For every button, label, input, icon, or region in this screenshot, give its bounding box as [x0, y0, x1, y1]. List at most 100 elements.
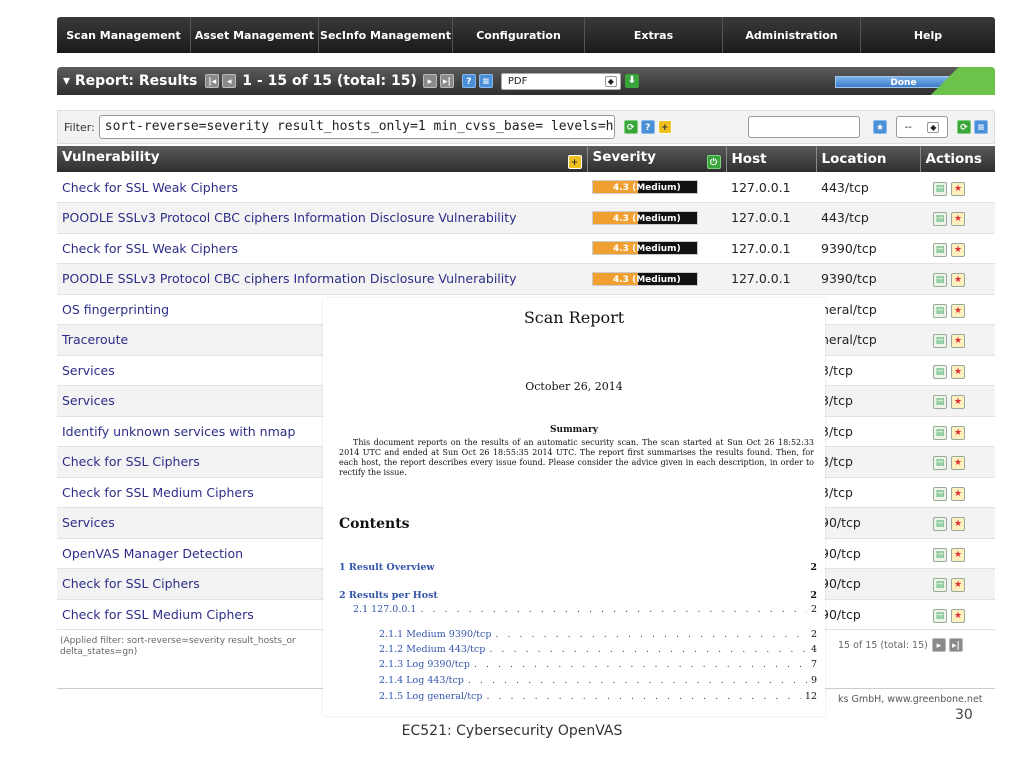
details-icon[interactable]: ▤ [933, 242, 947, 257]
vulnerability-link[interactable]: OpenVAS Manager Detection [62, 546, 243, 561]
vulnerability-link[interactable]: Identify unknown services with nmap [62, 424, 295, 439]
toc-label[interactable]: 1 Result Overview [339, 562, 435, 573]
vulnerability-link[interactable]: POODLE SSLv3 Protocol CBC ciphers Inform… [62, 271, 517, 286]
override-icon[interactable]: ★ [951, 395, 965, 410]
severity-cell: 4.3 (Medium) [587, 172, 726, 203]
new-filter-icon[interactable]: + [657, 120, 672, 134]
vulnerability-link[interactable]: Check for SSL Medium Ciphers [62, 607, 254, 622]
override-icon[interactable]: ★ [951, 273, 965, 288]
toc-label[interactable]: 2.1 127.0.0.1 [353, 604, 416, 615]
vulnerability-link[interactable]: Check for SSL Medium Ciphers [62, 485, 254, 500]
col-location[interactable]: Location [816, 146, 921, 172]
nav-help[interactable]: Help [861, 17, 995, 53]
nav-extras[interactable]: Extras [585, 17, 723, 53]
filter-name-input[interactable] [748, 116, 860, 138]
report-title[interactable]: ▾ Report: Results [63, 73, 197, 89]
filter-input[interactable]: sort-reverse=severity result_hosts_only=… [98, 115, 615, 139]
override-icon[interactable]: ★ [951, 456, 965, 471]
last-page-icon[interactable]: ▸| [439, 74, 454, 88]
details-icon[interactable]: ▤ [933, 273, 947, 288]
apply-filter-icon[interactable]: ⟳ [957, 120, 971, 134]
override-icon[interactable]: ★ [951, 608, 965, 623]
report-format-select[interactable]: PDF ◆ [500, 72, 621, 90]
details-icon[interactable]: ▤ [933, 364, 947, 379]
nav-secinfo-management[interactable]: SecInfo Management [319, 17, 453, 53]
vulnerability-link[interactable]: Check for SSL Weak Ciphers [62, 180, 238, 195]
override-icon[interactable]: ★ [951, 547, 965, 562]
col-severity[interactable]: Severity ⏻ [587, 146, 727, 172]
override-icon[interactable]: ★ [951, 425, 965, 440]
col-vulnerability[interactable]: Vulnerability + [57, 146, 588, 172]
details-icon[interactable]: ▤ [933, 212, 947, 227]
override-icon[interactable]: ★ [951, 578, 965, 593]
previous-page-icon[interactable]: ◂ [222, 74, 237, 88]
override-icon[interactable]: ★ [951, 486, 965, 501]
toc-entry[interactable]: 2 Results per Host 2 [339, 590, 817, 601]
toc-entry[interactable]: 2.1 127.0.0.1. . . . . . . . . . . . . .… [339, 604, 817, 615]
vulnerability-link[interactable]: Services [62, 363, 115, 378]
refresh-filter-icon[interactable]: ⟳ [623, 120, 638, 134]
vulnerability-link[interactable]: Services [62, 515, 115, 530]
vulnerability-link[interactable]: Traceroute [62, 332, 128, 347]
vulnerability-link[interactable]: Check for SSL Ciphers [62, 454, 200, 469]
toc-label[interactable]: 2 Results per Host [339, 590, 438, 601]
override-icon[interactable]: ★ [951, 242, 965, 257]
nav-asset-management[interactable]: Asset Management [191, 17, 319, 53]
help-icon[interactable]: ? [461, 74, 476, 88]
table-row[interactable]: Check for SSL Weak Ciphers 4.3 (Medium) 12… [57, 233, 995, 264]
details-icon[interactable]: ▤ [933, 425, 947, 440]
footer-next-icon[interactable]: ▸ [931, 638, 946, 652]
override-icon[interactable]: ★ [951, 303, 965, 318]
filter-help-icon[interactable]: ? [640, 120, 655, 134]
download-icon[interactable]: ⬇ [624, 74, 639, 88]
footer-pager: 15 of 15 (total: 15) ▸ ▸| [838, 638, 963, 652]
vulnerability-link[interactable]: Check for SSL Ciphers [62, 576, 200, 591]
toc-label[interactable]: 2.1.1 Medium 9390/tcp [379, 629, 491, 640]
details-icon[interactable]: ▤ [933, 456, 947, 471]
nav-administration[interactable]: Administration [723, 17, 861, 53]
override-icon[interactable]: ★ [951, 517, 965, 532]
vulnerability-link[interactable]: Check for SSL Weak Ciphers [62, 241, 238, 256]
table-row[interactable]: POODLE SSLv3 Protocol CBC ciphers Inform… [57, 202, 995, 234]
details-icon[interactable]: ▤ [933, 486, 947, 501]
toc-label[interactable]: 2.1.3 Log 9390/tcp [379, 659, 470, 670]
col-host[interactable]: Host [726, 146, 817, 172]
filter-list-icon[interactable]: ≡ [974, 120, 988, 134]
footer-last-icon[interactable]: ▸| [948, 638, 963, 652]
nav-scan-management[interactable]: Scan Management [57, 17, 191, 53]
details-icon[interactable]: ▤ [933, 395, 947, 410]
details-icon[interactable]: ▤ [933, 181, 947, 196]
toc-entry[interactable]: 1 Result Overview 2 [339, 562, 817, 573]
details-icon[interactable]: ▤ [933, 334, 947, 349]
nav-configuration[interactable]: Configuration [453, 17, 585, 53]
table-row[interactable]: POODLE SSLv3 Protocol CBC ciphers Inform… [57, 263, 995, 295]
override-icon[interactable]: ★ [951, 212, 965, 227]
toc-label[interactable]: 2.1.2 Medium 443/tcp [379, 644, 485, 655]
new-note-icon[interactable]: + [567, 155, 582, 169]
vulnerability-link[interactable]: OS fingerprinting [62, 302, 169, 317]
toc-label[interactable]: 2.1.5 Log general/tcp [379, 691, 482, 702]
vulnerability-link[interactable]: Services [62, 393, 115, 408]
next-page-icon[interactable]: ▸ [422, 74, 437, 88]
toc-entry[interactable]: 2.1.3 Log 9390/tcp. . . . . . . . . . . … [339, 659, 817, 670]
toc-label[interactable]: 2.1.4 Log 443/tcp [379, 675, 464, 686]
toc-entry[interactable]: 2.1.2 Medium 443/tcp. . . . . . . . . . … [339, 644, 817, 655]
severity-toggle-icon[interactable]: ⏻ [706, 155, 721, 169]
override-icon[interactable]: ★ [951, 181, 965, 196]
first-page-icon[interactable]: |◂ [205, 74, 220, 88]
toc-entry[interactable]: 2.1.1 Medium 9390/tcp. . . . . . . . . .… [339, 629, 817, 640]
details-icon[interactable]: ▤ [933, 517, 947, 532]
details-icon[interactable]: ▤ [933, 608, 947, 623]
details-icon[interactable]: ▤ [933, 303, 947, 318]
vulnerability-link[interactable]: POODLE SSLv3 Protocol CBC ciphers Inform… [62, 210, 517, 225]
details-icon[interactable]: ▤ [933, 578, 947, 593]
override-icon[interactable]: ★ [951, 364, 965, 379]
toc-entry[interactable]: 2.1.4 Log 443/tcp. . . . . . . . . . . .… [339, 675, 817, 686]
saved-filter-select[interactable]: -- ◆ [896, 116, 948, 138]
table-row[interactable]: Check for SSL Weak Ciphers 4.3 (Medium) 12… [57, 172, 995, 203]
list-icon[interactable]: ≡ [478, 74, 493, 88]
override-icon[interactable]: ★ [951, 334, 965, 349]
details-icon[interactable]: ▤ [933, 547, 947, 562]
toc-entry[interactable]: 2.1.5 Log general/tcp. . . . . . . . . .… [339, 691, 817, 702]
save-filter-icon[interactable]: ★ [873, 120, 887, 134]
